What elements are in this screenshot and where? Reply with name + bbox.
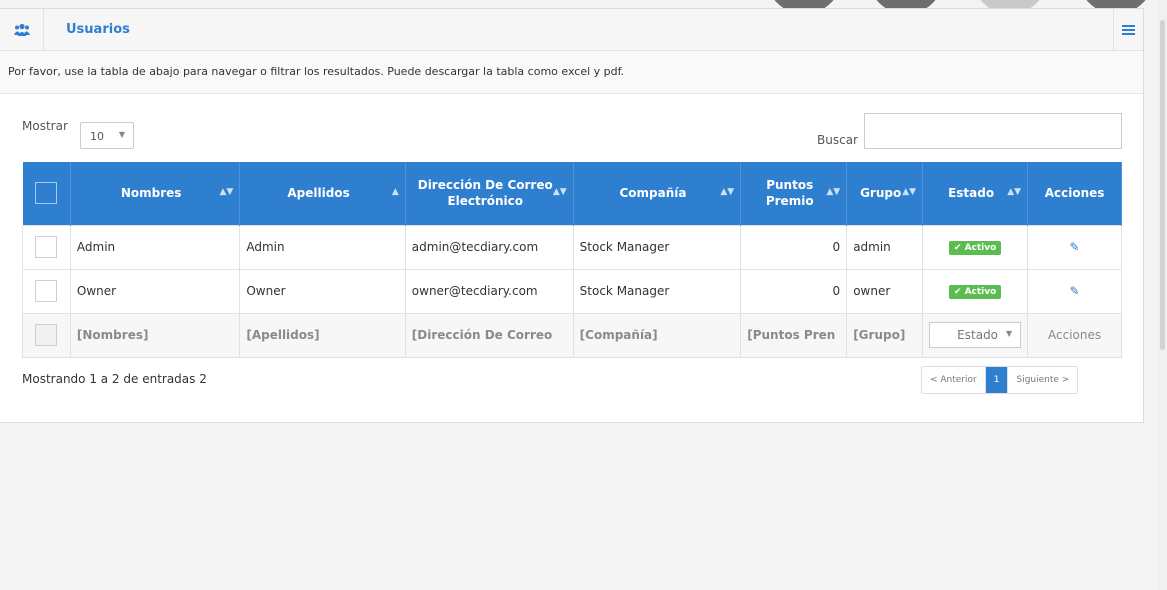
search-label: Buscar	[817, 133, 858, 147]
cell-puntos: 0	[740, 268, 848, 314]
filter-row: [Nombres] [Apellidos] [Dirección De Corr…	[22, 312, 1122, 358]
row-select-cell	[22, 224, 71, 270]
sort-icon: ▲▼	[552, 187, 567, 197]
cell-grupo: admin	[846, 224, 924, 270]
cell-nombres: Owner	[69, 268, 241, 314]
cell-correo: admin@tecdiary.com	[404, 224, 574, 270]
filter-select-cell	[22, 312, 71, 358]
page-1-button[interactable]: 1	[985, 367, 1009, 393]
edit-icon[interactable]: ✎	[1070, 240, 1080, 254]
edit-icon[interactable]: ✎	[1070, 284, 1080, 298]
users-table: Nombres ▲▼ Apellidos ▲ Dirección De Correo…	[22, 162, 1122, 358]
cell-estado: ✔ Activo	[922, 268, 1029, 314]
estado-filter-value: Estado	[957, 328, 999, 342]
filter-apellidos[interactable]: [Apellidos]	[239, 312, 406, 358]
sort-icon: ▲▼	[1007, 187, 1022, 197]
cell-acciones: ✎	[1027, 224, 1122, 270]
sort-asc-icon: ▲	[391, 187, 399, 197]
table-info: Mostrando 1 a 2 de entradas 2	[22, 372, 207, 386]
filter-nombres[interactable]: [Nombres]	[69, 312, 241, 358]
cell-estado: ✔ Activo	[922, 224, 1029, 270]
filter-correo[interactable]: [Dirección De Correo	[404, 312, 574, 358]
cell-acciones: ✎	[1027, 268, 1122, 314]
cell-correo: owner@tecdiary.com	[404, 268, 574, 314]
cell-compania: Stock Manager	[572, 268, 742, 314]
scrollbar-thumb[interactable]	[1160, 20, 1165, 350]
header-grupo[interactable]: Grupo ▲▼	[846, 162, 924, 225]
filter-estado-cell: Estado ▼	[922, 312, 1029, 358]
header-acciones: Acciones	[1027, 162, 1122, 225]
header-apellidos[interactable]: Apellidos ▲	[239, 162, 406, 225]
row-checkbox[interactable]	[35, 280, 58, 302]
estado-filter-select[interactable]: Estado ▼	[929, 322, 1022, 348]
select-all-cell	[22, 162, 71, 225]
filter-acciones: Acciones	[1027, 312, 1122, 358]
panel-header: Usuarios	[0, 9, 1143, 51]
header-nombres[interactable]: Nombres ▲▼	[70, 162, 241, 225]
select-all-checkbox[interactable]	[35, 182, 58, 205]
show-entries-label: Mostrar	[22, 119, 68, 133]
header-estado[interactable]: Estado ▲▼	[922, 162, 1029, 225]
header-compania[interactable]: Compañía ▲▼	[573, 162, 742, 225]
page-title: Usuarios	[66, 22, 130, 37]
cell-compania: Stock Manager	[572, 224, 742, 270]
table-row: Owner Owner owner@tecdiary.com Stock Man…	[22, 268, 1122, 314]
sort-icon: ▲▼	[826, 187, 841, 197]
users-icon	[0, 9, 44, 51]
search-input[interactable]	[864, 113, 1122, 149]
sort-icon: ▲▼	[720, 187, 735, 197]
sort-icon: ▲▼	[219, 187, 234, 197]
pagination: < Anterior 1 Siguiente >	[921, 366, 1079, 394]
status-badge[interactable]: ✔ Activo	[948, 285, 1002, 299]
chevron-down-icon: ▼	[1005, 329, 1013, 338]
table-controls: Mostrar 10 ▼ Buscar	[0, 113, 1144, 153]
chevron-down-icon: ▼	[118, 130, 125, 139]
cell-apellidos: Owner	[239, 268, 406, 314]
filter-grupo[interactable]: [Grupo]	[846, 312, 924, 358]
page-length-select[interactable]: 10 ▼	[80, 122, 134, 149]
menu-icon[interactable]	[1113, 9, 1143, 51]
table-row: Admin Admin admin@tecdiary.com Stock Man…	[22, 224, 1122, 270]
sort-icon: ▲▼	[902, 187, 917, 197]
filter-compania[interactable]: [Compañía]	[572, 312, 742, 358]
table-header-row: Nombres ▲▼ Apellidos ▲ Dirección De Correo…	[22, 162, 1122, 225]
header-correo[interactable]: Dirección De Correo Electrónico ▲▼	[405, 162, 574, 225]
row-select-cell	[22, 268, 71, 314]
cell-nombres: Admin	[69, 224, 241, 270]
page-length-value: 10	[90, 130, 104, 143]
cell-grupo: owner	[846, 268, 924, 314]
filter-checkbox	[35, 324, 58, 346]
row-checkbox[interactable]	[35, 236, 58, 258]
filter-puntos[interactable]: [Puntos Pren	[740, 312, 848, 358]
header-puntos[interactable]: Puntos Premio ▲▼	[740, 162, 848, 225]
cell-puntos: 0	[740, 224, 848, 270]
next-page-button[interactable]: Siguiente >	[1008, 367, 1078, 393]
status-badge[interactable]: ✔ Activo	[948, 241, 1002, 255]
cell-apellidos: Admin	[239, 224, 406, 270]
prev-page-button[interactable]: < Anterior	[922, 367, 986, 393]
intro-text: Por favor, use la tabla de abajo para na…	[0, 51, 1143, 94]
